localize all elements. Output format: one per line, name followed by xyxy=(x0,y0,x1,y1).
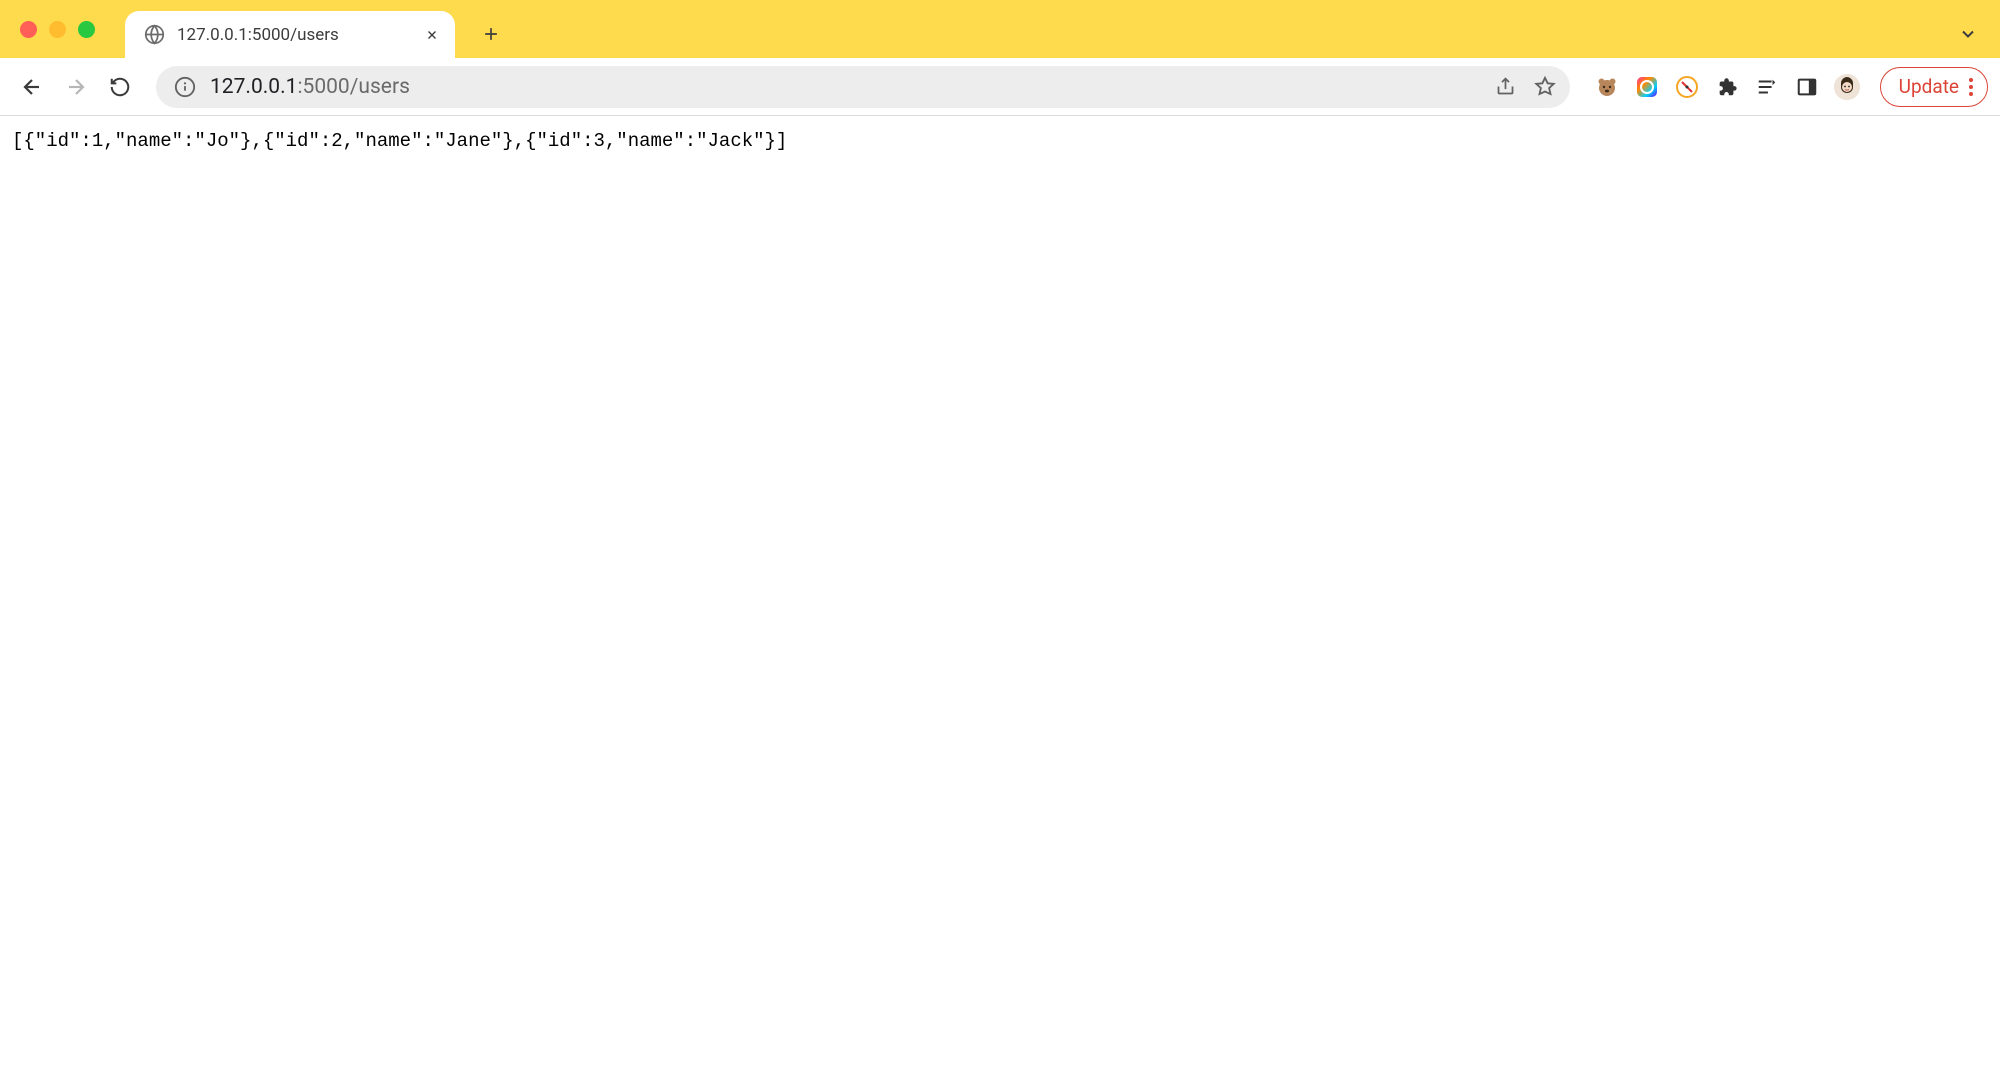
share-icon[interactable] xyxy=(1495,76,1516,97)
browser-titlebar: 127.0.0.1:5000/users xyxy=(0,0,2000,58)
response-body: [{"id":1,"name":"Jo"},{"id":2,"name":"Ja… xyxy=(12,130,1988,152)
address-bar-actions xyxy=(1495,76,1556,98)
profile-avatar[interactable] xyxy=(1834,74,1860,100)
reading-list-icon[interactable] xyxy=(1754,74,1780,100)
tab-search-button[interactable] xyxy=(1958,24,1978,44)
browser-toolbar: 127.0.0.1:5000/users xyxy=(0,58,2000,116)
tab-strip: 127.0.0.1:5000/users xyxy=(125,0,509,58)
new-tab-button[interactable] xyxy=(473,16,509,52)
extension-clock-icon[interactable] xyxy=(1674,74,1700,100)
extension-gradient-icon[interactable] xyxy=(1634,74,1660,100)
url-host: 127.0.0.1 xyxy=(210,75,297,99)
url-path: :5000/users xyxy=(297,75,409,99)
extensions-puzzle-icon[interactable] xyxy=(1714,74,1740,100)
window-minimize-button[interactable] xyxy=(49,21,66,38)
update-button[interactable]: Update xyxy=(1880,67,1988,107)
window-controls xyxy=(20,21,95,38)
back-button[interactable] xyxy=(14,69,50,105)
bookmark-star-icon[interactable] xyxy=(1534,76,1556,98)
browser-tab[interactable]: 127.0.0.1:5000/users xyxy=(125,11,455,58)
reload-button[interactable] xyxy=(102,69,138,105)
side-panel-icon[interactable] xyxy=(1794,74,1820,100)
tab-close-button[interactable] xyxy=(423,26,441,44)
update-label: Update xyxy=(1899,75,1959,98)
tab-title: 127.0.0.1:5000/users xyxy=(177,25,411,45)
url-text: 127.0.0.1:5000/users xyxy=(210,75,1481,99)
extension-bear-icon[interactable] xyxy=(1594,74,1620,100)
window-maximize-button[interactable] xyxy=(78,21,95,38)
page-content: [{"id":1,"name":"Jo"},{"id":2,"name":"Ja… xyxy=(0,116,2000,166)
extensions-area: Update xyxy=(1594,67,1988,107)
globe-icon xyxy=(143,24,165,46)
window-close-button[interactable] xyxy=(20,21,37,38)
vertical-dots-icon xyxy=(1969,78,1973,96)
forward-button[interactable] xyxy=(58,69,94,105)
address-bar[interactable]: 127.0.0.1:5000/users xyxy=(156,66,1570,108)
site-info-icon[interactable] xyxy=(174,76,196,98)
